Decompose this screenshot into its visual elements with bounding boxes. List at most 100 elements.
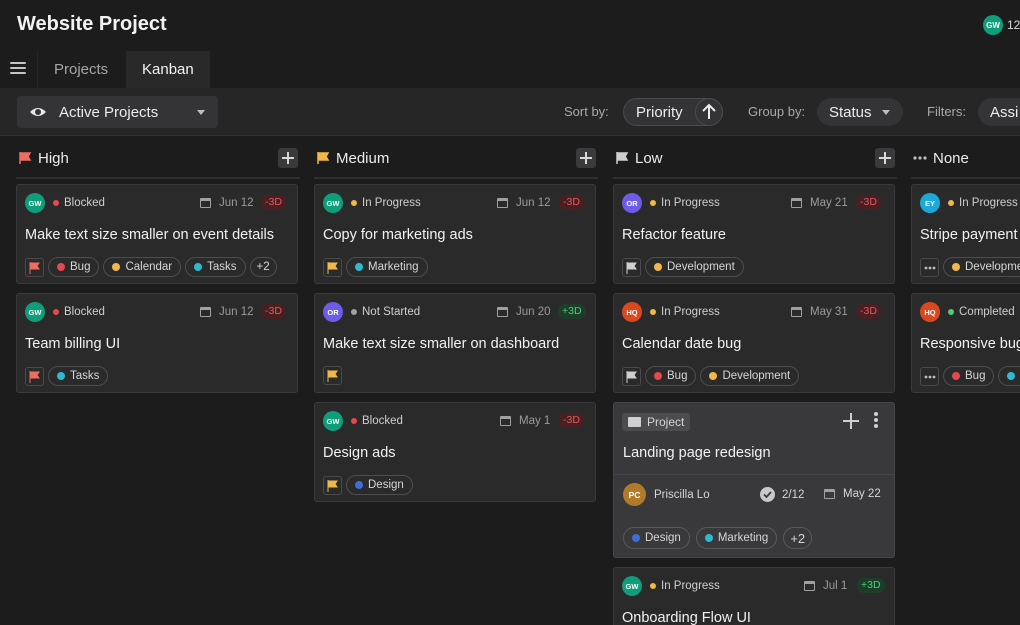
- priority-flag[interactable]: [622, 257, 641, 277]
- calendar-icon: [497, 307, 508, 317]
- tag-marketing[interactable]: Marketing: [346, 257, 428, 277]
- chevron-down-icon: [197, 110, 205, 115]
- task-card[interactable]: EY In Progress Stripe payment Developme: [911, 184, 1020, 284]
- tag-list: Developme: [920, 257, 1020, 277]
- card-title: Copy for marketing ads: [323, 227, 473, 243]
- sort-direction-button[interactable]: [695, 98, 723, 126]
- due-date: Jun 12: [200, 306, 254, 318]
- avatar: PC: [623, 483, 646, 506]
- task-card[interactable]: GW Blocked May 1 -3D Design ads Design: [314, 402, 596, 502]
- task-card[interactable]: HQ Completed Responsive bug Bug M: [911, 293, 1020, 393]
- tag-marketing[interactable]: M: [998, 366, 1020, 386]
- tag-list: Bug M: [920, 366, 1020, 386]
- tag-development[interactable]: Development: [700, 366, 800, 386]
- column-title: High: [38, 150, 69, 167]
- avatar: OR: [323, 302, 343, 322]
- add-card-button[interactable]: [278, 148, 298, 168]
- flag-icon: [29, 370, 40, 383]
- add-card-button[interactable]: [875, 148, 895, 168]
- tab-kanban[interactable]: Kanban: [126, 51, 210, 88]
- flag-icon: [327, 261, 338, 274]
- filters-label: Filters:: [927, 104, 966, 119]
- tag-development[interactable]: Development: [645, 257, 744, 277]
- avatar: EY: [920, 193, 940, 213]
- group-label: Group by:: [748, 104, 806, 119]
- calendar-icon: [824, 489, 835, 499]
- due-delta: -3D: [261, 195, 286, 210]
- menu-icon[interactable]: [10, 62, 26, 76]
- tag-calendar[interactable]: Calendar: [103, 257, 182, 277]
- more-options-icon[interactable]: [873, 412, 879, 430]
- card-title: Make text size smaller on event details: [25, 227, 275, 243]
- tag-bug[interactable]: Bug: [645, 366, 697, 386]
- group-select[interactable]: Status: [817, 98, 903, 126]
- toolbar: Active Projects Sort by: Priority Group …: [0, 88, 1020, 136]
- priority-flag[interactable]: [25, 257, 44, 277]
- add-card-button[interactable]: [576, 148, 596, 168]
- due-delta: -3D: [261, 304, 286, 319]
- priority-flag[interactable]: [323, 475, 342, 495]
- priority-flag[interactable]: [323, 257, 342, 277]
- group-value: Status: [829, 103, 872, 121]
- task-card[interactable]: HQ In Progress May 31 -3D Calendar date …: [613, 293, 895, 393]
- tab-bar: Projects Kanban: [0, 51, 1020, 88]
- project-badge: Project: [622, 413, 691, 431]
- status-badge: In Progress: [650, 580, 720, 592]
- tag-tasks[interactable]: Tasks: [185, 257, 246, 277]
- priority-flag[interactable]: [25, 366, 44, 386]
- sort-label: Sort by:: [564, 104, 609, 119]
- calendar-icon: [200, 198, 211, 208]
- tab-projects[interactable]: Projects: [37, 51, 126, 88]
- column-none: None EY In Progress Stripe payment Devel…: [911, 137, 1020, 625]
- flag-icon: [327, 479, 338, 492]
- tag-marketing[interactable]: Marketing: [695, 527, 778, 549]
- tag-design[interactable]: Design: [623, 527, 690, 549]
- column-header: None: [911, 137, 1020, 179]
- due-date: Jun 20: [497, 306, 551, 318]
- task-card[interactable]: GW In Progress Jun 12 -3D Copy for marke…: [314, 184, 596, 284]
- flag-icon: [616, 152, 629, 164]
- avatar: GW: [25, 302, 45, 322]
- add-icon[interactable]: [843, 413, 859, 429]
- view-select-label: Active Projects: [59, 103, 159, 121]
- column-title: Medium: [336, 150, 390, 167]
- flag-icon: [626, 370, 637, 383]
- more-tags[interactable]: +2: [249, 257, 277, 277]
- status-badge: Blocked: [351, 415, 403, 427]
- due-date: May 21: [791, 197, 848, 209]
- task-card[interactable]: GW Blocked Jun 12 -3D Team billing UI Ta…: [16, 293, 298, 393]
- task-card[interactable]: OR Not Started Jun 20 +3D Make text size…: [314, 293, 596, 393]
- status-badge: Not Started: [351, 306, 420, 318]
- tag-list: [323, 366, 342, 385]
- tag-tasks[interactable]: Tasks: [48, 366, 109, 386]
- calendar-icon: [200, 307, 211, 317]
- priority-flag[interactable]: [323, 366, 342, 385]
- tag-development[interactable]: Developme: [943, 257, 1020, 277]
- more-horizontal-icon: [924, 266, 936, 269]
- status-badge: Completed: [948, 306, 1015, 318]
- project-card[interactable]: Project Landing page redesign PC Priscil…: [613, 402, 895, 558]
- filter-select[interactable]: Assi: [978, 98, 1020, 126]
- card-title: Team billing UI: [25, 336, 121, 352]
- more-horizontal-icon: [913, 156, 927, 160]
- flag-icon: [317, 152, 330, 164]
- tag-bug[interactable]: Bug: [943, 366, 995, 386]
- avatar: OR: [622, 193, 642, 213]
- priority-none[interactable]: [920, 366, 939, 386]
- calendar-icon: [497, 198, 508, 208]
- status-badge: In Progress: [948, 197, 1018, 209]
- folder-icon: [628, 417, 641, 427]
- task-card[interactable]: GW Blocked Jun 12 -3D Make text size sma…: [16, 184, 298, 284]
- tag-bug[interactable]: Bug: [48, 257, 100, 277]
- view-select[interactable]: Active Projects: [17, 96, 218, 128]
- task-card[interactable]: GW In Progress Jul 1 +3D Onboarding Flow…: [613, 567, 895, 625]
- task-card[interactable]: OR In Progress May 21 -3D Refactor featu…: [613, 184, 895, 284]
- more-tags[interactable]: +2: [783, 527, 813, 549]
- priority-flag[interactable]: [622, 366, 641, 386]
- avatar: HQ: [920, 302, 940, 322]
- tag-design[interactable]: Design: [346, 475, 413, 495]
- due-delta: -3D: [856, 195, 881, 210]
- status-badge: In Progress: [650, 306, 720, 318]
- priority-none[interactable]: [920, 257, 939, 277]
- online-users[interactable]: GW 12,: [983, 15, 1020, 35]
